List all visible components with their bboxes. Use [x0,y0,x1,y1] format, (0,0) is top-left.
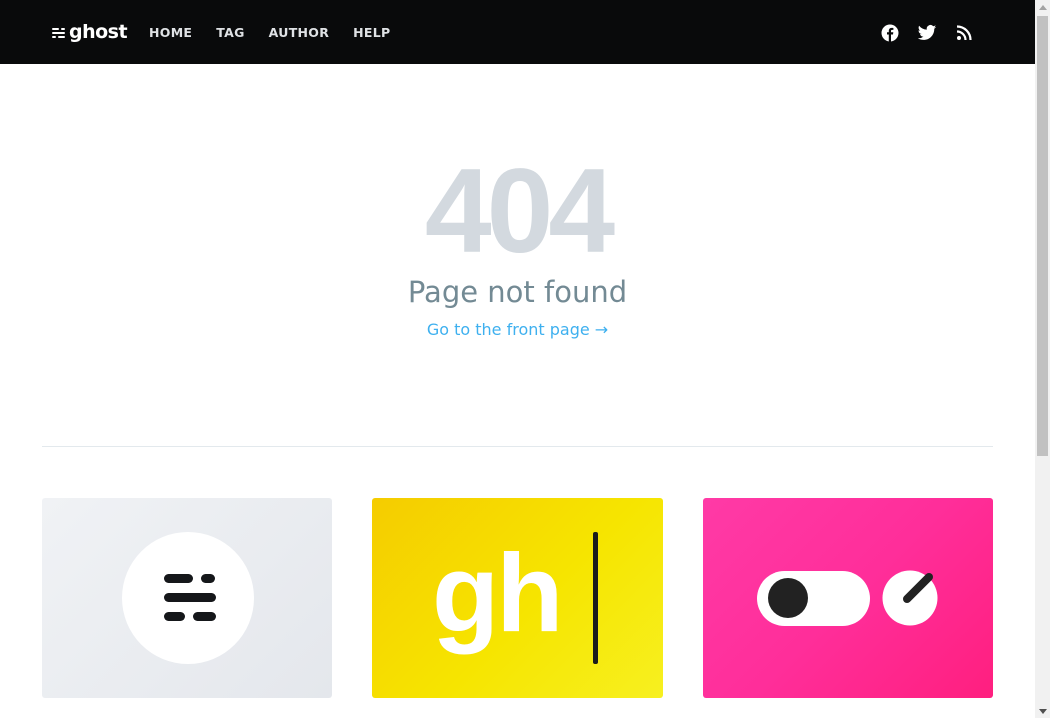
error-description: Page not found [407,275,628,309]
nav-author[interactable]: AUTHOR [269,25,329,41]
site-header: ghost HOME TAG AUTHOR HELP [0,0,1035,64]
ghost-logo-icon [52,23,65,42]
scroll-thumb[interactable] [1037,16,1048,456]
site-logo[interactable]: ghost [52,21,128,43]
section-divider [42,446,993,447]
post-card-2[interactable]: gh [372,498,663,698]
error-code: 404 [424,144,615,278]
nav-help[interactable]: HELP [353,25,390,41]
page-scrollbar[interactable] [1035,0,1050,718]
front-page-link[interactable]: Go to the front page → [0,319,1035,341]
post-card-1[interactable] [42,498,332,698]
svg-text:gh: gh [432,532,560,655]
twitter-icon[interactable] [917,23,937,43]
gh-typing-image: gh [432,532,598,664]
main-nav: HOME TAG AUTHOR HELP [149,25,414,41]
scroll-down-arrow-icon[interactable] [1035,704,1050,718]
social-links [880,23,991,43]
facebook-icon[interactable] [880,23,900,43]
nav-tag[interactable]: TAG [216,25,244,41]
post-card-3[interactable] [703,498,993,698]
scroll-up-arrow-icon[interactable] [1035,0,1050,14]
logo-text: ghost [69,21,128,43]
toggle-knob-image [757,570,938,626]
nav-home[interactable]: HOME [149,25,192,41]
ghost-logo-circle-image [122,532,254,664]
rss-icon[interactable] [954,23,974,43]
